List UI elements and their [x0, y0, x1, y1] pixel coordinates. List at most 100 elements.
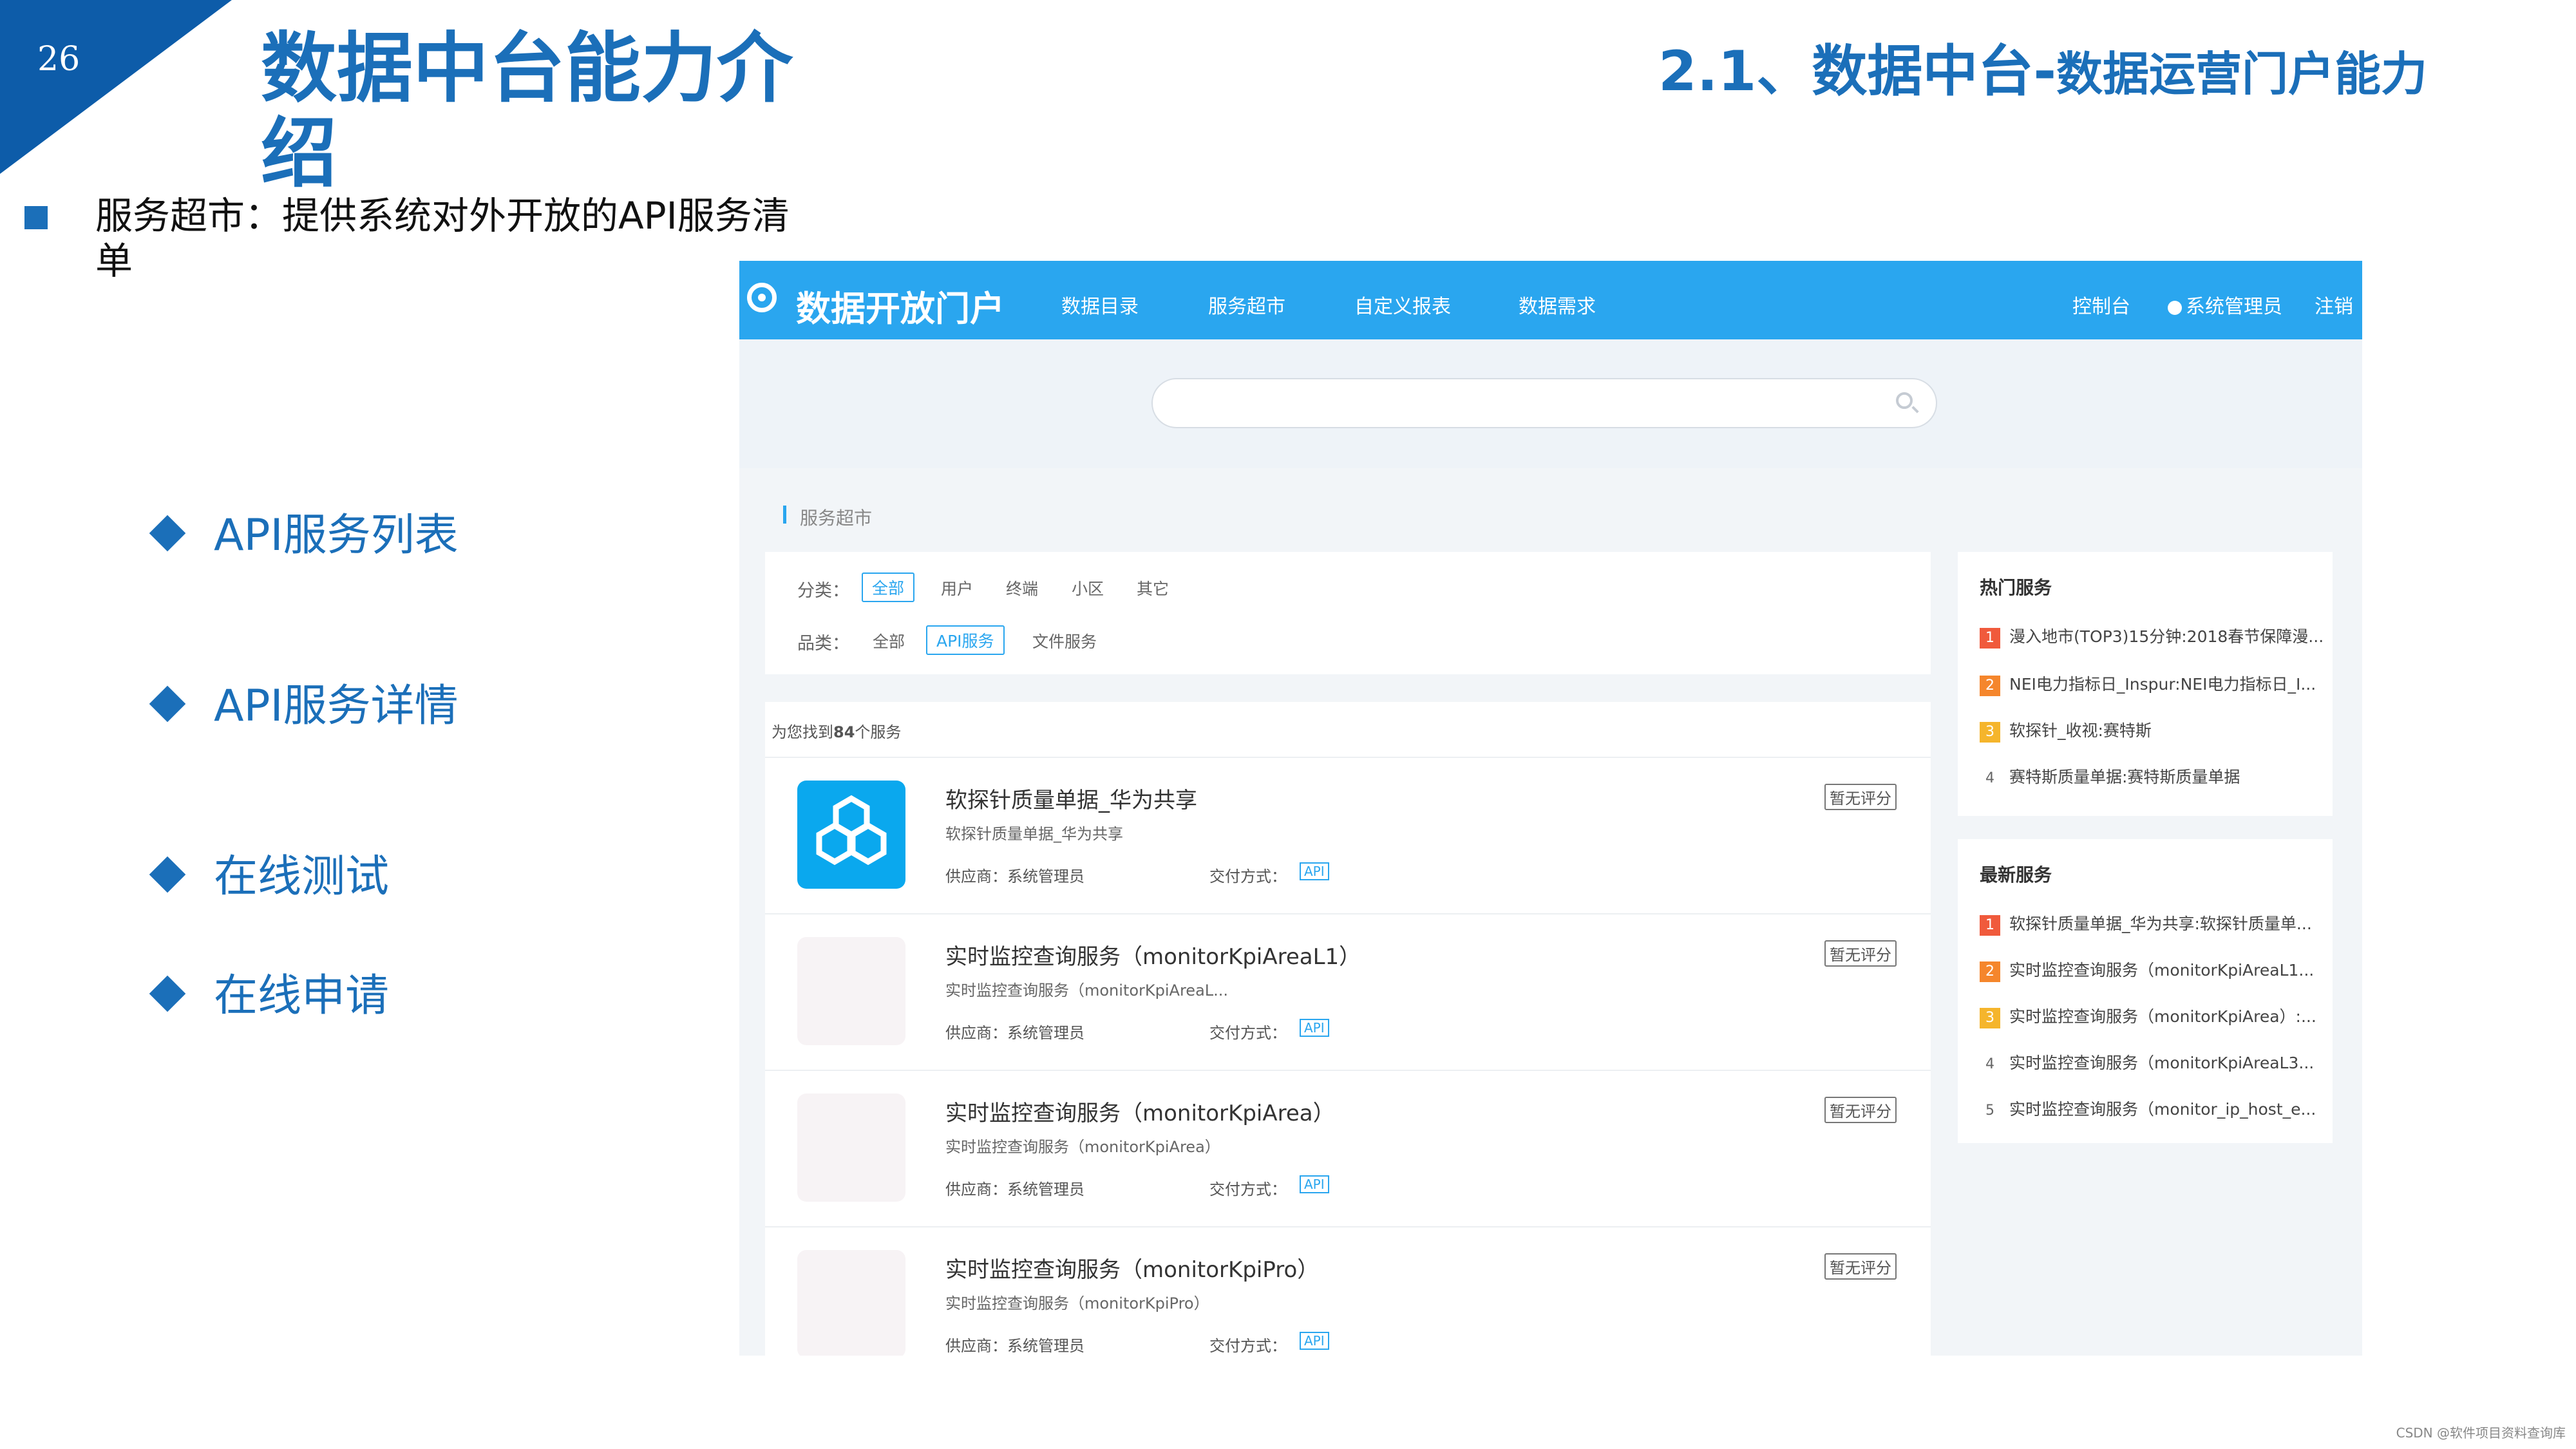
latest-service-item[interactable]: 2 实时监控查询服务（monitorKpiAreaL1... — [1980, 958, 2314, 982]
result-count-prefix: 为您找到 — [772, 723, 833, 741]
service-delivery: 交付方式： — [1209, 1024, 1287, 1042]
diamond-icon — [149, 975, 186, 1012]
diamond-icon — [149, 515, 186, 552]
search-icon[interactable] — [1896, 392, 1913, 409]
service-provider: 供应商：系统管理员 — [945, 1337, 1084, 1355]
nav-data-catalog[interactable]: 数据目录 — [1061, 290, 1139, 319]
latest-service-item[interactable]: 1 软探针质量单据_华为共享:软探针质量单... — [1980, 911, 2312, 936]
service-thumbnail[interactable] — [797, 781, 905, 889]
feature-label: 在线测试 — [214, 851, 390, 902]
hot-services-title: 热门服务 — [1980, 577, 2052, 598]
breadcrumb: 服务超市 — [800, 507, 873, 529]
feature-label: API服务列表 — [214, 510, 459, 561]
section-title-main: 2.1、数据中台- — [1658, 39, 2057, 104]
nav-user[interactable]: 系统管理员 — [2168, 290, 2282, 319]
portal-screenshot: 数据开放门户 数据目录 服务超市 自定义报表 数据需求 控制台 系统管理员 注销… — [739, 261, 2362, 1356]
nav-console[interactable]: 控制台 — [2072, 290, 2130, 319]
search-input[interactable] — [1151, 378, 1937, 428]
hexagon-cluster-icon — [816, 795, 887, 866]
feature-label: 在线申请 — [214, 971, 390, 1021]
category-option-user[interactable]: 用户 — [941, 576, 973, 600]
service-card[interactable]: 实时监控查询服务（monitorKpiAreaL1） 实时监控查询服务（moni… — [765, 913, 1931, 1071]
rank-badge: 3 — [1980, 722, 2000, 743]
api-badge: API — [1300, 1175, 1329, 1193]
breadcrumb-marker — [783, 506, 786, 524]
bullet-square-icon — [24, 206, 48, 229]
latest-services-title: 最新服务 — [1980, 864, 2052, 886]
section-title: 2.1、数据中台-数据运营门户能力 — [1658, 37, 2483, 108]
service-desc: 实时监控查询服务（monitorKpiArea） — [945, 1138, 1220, 1156]
api-badge: API — [1300, 862, 1329, 880]
rating-badge: 暂无评分 — [1824, 1253, 1897, 1280]
nav-custom-report[interactable]: 自定义报表 — [1354, 290, 1451, 319]
service-desc: 实时监控查询服务（monitorKpiPro） — [945, 1294, 1209, 1312]
rank-badge: 5 — [1985, 1103, 1994, 1119]
nav-service-market[interactable]: 服务超市 — [1208, 290, 1285, 319]
category-option-cell[interactable]: 小区 — [1072, 576, 1104, 600]
service-thumbnail[interactable] — [797, 1250, 905, 1356]
category-option-all[interactable]: 全部 — [862, 573, 915, 602]
category-option-other[interactable]: 其它 — [1137, 576, 1169, 600]
rank-badge: 4 — [1985, 1056, 1994, 1072]
latest-services-panel: 最新服务 1 软探针质量单据_华为共享:软探针质量单... 2 实时监控查询服务（m… — [1958, 839, 2333, 1143]
hot-service-item[interactable]: 1 漫入地市(TOP3)15分钟:2018春节保障漫... — [1980, 624, 2324, 649]
slide-title: 数据中台能力介绍 — [261, 24, 793, 198]
service-name[interactable]: 实时监控查询服务（monitorKpiArea） — [945, 1095, 1335, 1127]
type-option-all[interactable]: 全部 — [873, 629, 905, 652]
latest-service-item[interactable]: 3 实时监控查询服务（monitorKpiArea）:... — [1980, 1004, 2316, 1028]
nav-data-demand[interactable]: 数据需求 — [1519, 290, 1596, 319]
intro-text: 服务超市：提供系统对外开放的API服务清单 — [95, 194, 790, 283]
type-label: 品类： — [797, 634, 849, 654]
service-provider: 供应商：系统管理员 — [945, 867, 1084, 886]
portal-brand[interactable]: 数据开放门户 — [796, 280, 1005, 331]
hot-service-text: 赛特斯质量单据:赛特斯质量单据 — [2009, 768, 2240, 786]
corner-triangle — [0, 0, 232, 174]
latest-service-item[interactable]: 4 实时监控查询服务（monitorKpiAreaL3... — [1980, 1050, 2314, 1075]
service-provider: 供应商：系统管理员 — [945, 1180, 1084, 1198]
api-badge: API — [1300, 1019, 1329, 1037]
api-badge: API — [1300, 1332, 1329, 1350]
latest-service-item[interactable]: 5 实时监控查询服务（monitor_ip_host_e... — [1980, 1097, 2316, 1121]
latest-service-text: 软探针质量单据_华为共享:软探针质量单... — [2009, 914, 2312, 933]
hot-service-text: NEI电力指标日_Inspur:NEI电力指标日_I... — [2009, 675, 2316, 694]
feature-label: API服务详情 — [214, 681, 459, 732]
latest-service-text: 实时监控查询服务（monitorKpiArea）:... — [2009, 1007, 2316, 1026]
service-card[interactable]: 软探针质量单据_华为共享 软探针质量单据_华为共享 供应商：系统管理员 交付方式… — [765, 757, 1931, 914]
rank-badge: 1 — [1980, 915, 2000, 936]
portal-navbar: 数据开放门户 数据目录 服务超市 自定义报表 数据需求 控制台 系统管理员 注销 — [739, 261, 2362, 339]
rating-badge: 暂无评分 — [1824, 940, 1897, 967]
service-name[interactable]: 实时监控查询服务（monitorKpiAreaL1） — [945, 939, 1361, 971]
filter-panel — [765, 552, 1931, 674]
result-count: 为您找到84个服务 — [772, 719, 901, 742]
hot-services-panel: 热门服务 1 漫入地市(TOP3)15分钟:2018春节保障漫... 2 NEI电力… — [1958, 552, 2333, 816]
nav-user-label: 系统管理员 — [2186, 296, 2282, 318]
latest-service-text: 实时监控查询服务（monitorKpiAreaL3... — [2009, 1054, 2315, 1072]
watermark: CSDN @软件项目资料查询库 — [2396, 1425, 2566, 1441]
service-desc: 软探针质量单据_华为共享 — [945, 825, 1123, 843]
service-delivery: 交付方式： — [1209, 1180, 1287, 1198]
rating-badge: 暂无评分 — [1824, 784, 1897, 810]
service-name[interactable]: 软探针质量单据_华为共享 — [945, 782, 1197, 814]
diamond-icon — [149, 856, 186, 893]
result-count-suffix: 个服务 — [855, 723, 902, 741]
rank-badge: 2 — [1980, 676, 2000, 696]
type-option-file[interactable]: 文件服务 — [1032, 629, 1097, 652]
service-card[interactable]: 实时监控查询服务（monitorKpiArea） 实时监控查询服务（monito… — [765, 1070, 1931, 1227]
hot-service-text: 漫入地市(TOP3)15分钟:2018春节保障漫... — [2009, 627, 2324, 646]
category-option-terminal[interactable]: 终端 — [1006, 576, 1038, 600]
type-option-api[interactable]: API服务 — [926, 625, 1005, 655]
user-icon — [2168, 301, 2182, 315]
service-thumbnail[interactable] — [797, 1094, 905, 1202]
hot-service-item[interactable]: 2 NEI电力指标日_Inspur:NEI电力指标日_I... — [1980, 672, 2316, 696]
hot-service-item[interactable]: 3 软探针_收视:赛特斯 — [1980, 718, 2152, 743]
nav-logout[interactable]: 注销 — [2315, 290, 2353, 319]
service-card[interactable]: 实时监控查询服务（monitorKpiPro） 实时监控查询服务（monitor… — [765, 1226, 1931, 1356]
rank-badge: 2 — [1980, 961, 2000, 982]
portal-logo-icon — [747, 283, 777, 312]
service-thumbnail[interactable] — [797, 937, 905, 1045]
service-name[interactable]: 实时监控查询服务（monitorKpiPro） — [945, 1252, 1319, 1283]
hot-service-text: 软探针_收视:赛特斯 — [2009, 721, 2152, 740]
hot-service-item[interactable]: 4 赛特斯质量单据:赛特斯质量单据 — [1980, 764, 2240, 789]
rank-badge: 3 — [1980, 1008, 2000, 1028]
rank-badge: 4 — [1985, 770, 1994, 786]
